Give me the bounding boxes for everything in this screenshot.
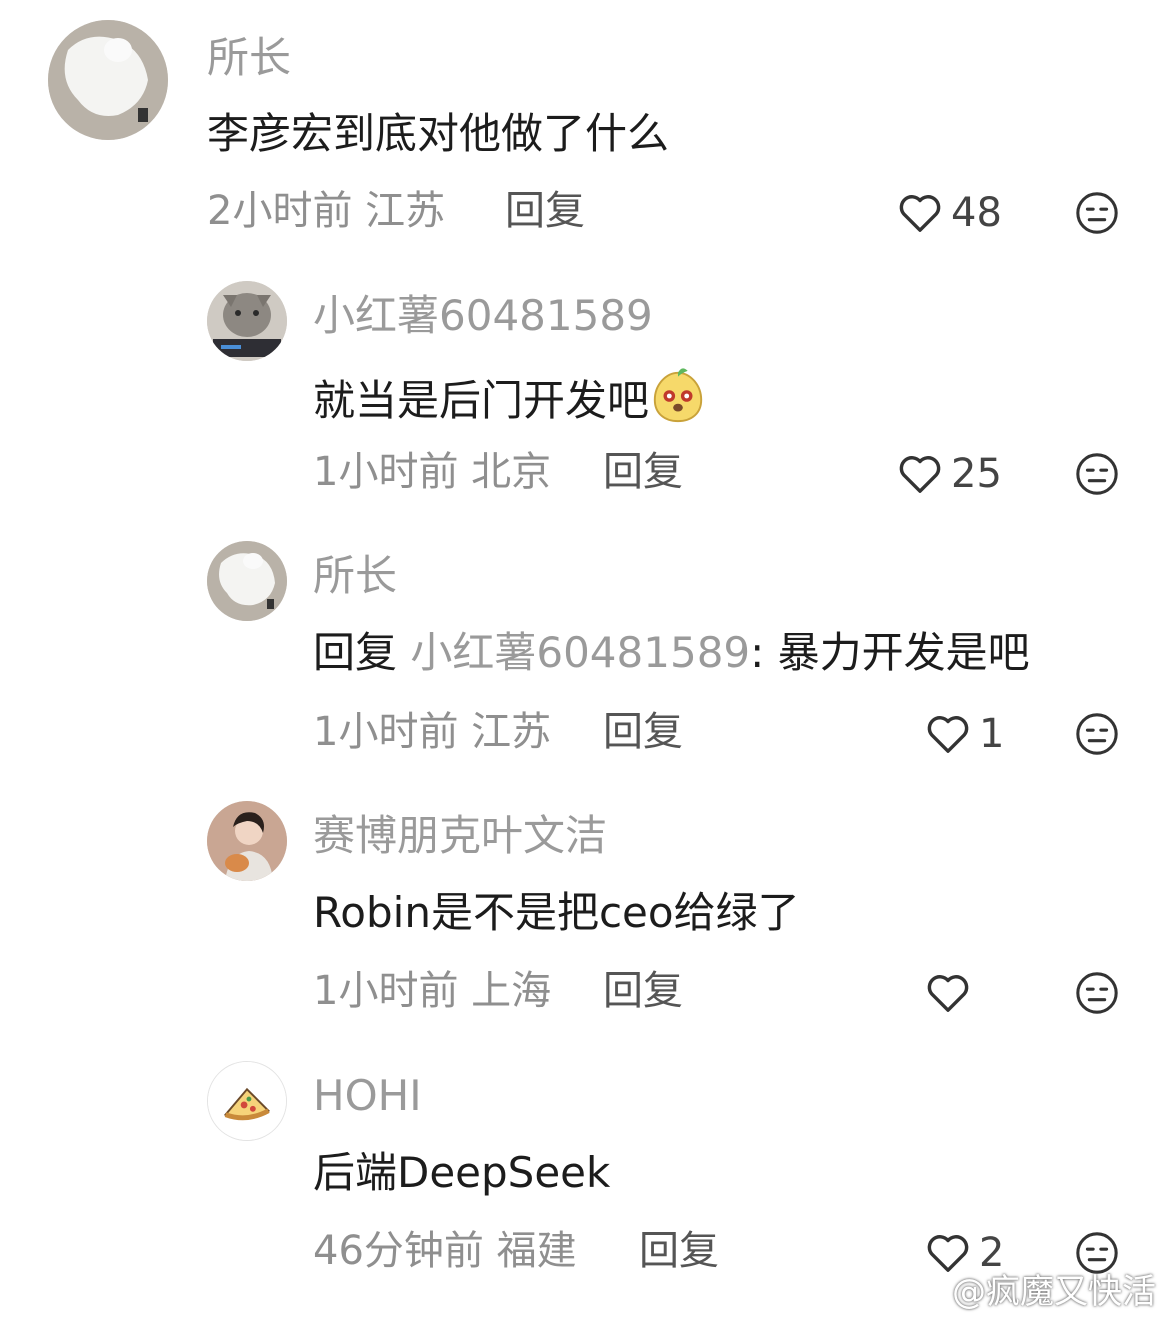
avatar[interactable] [207,801,287,881]
heart-icon [927,975,969,1012]
dislike-face-icon[interactable] [1074,970,1120,1016]
heart-icon [927,716,969,753]
reply-prefix: 回复 [313,628,411,677]
like-button[interactable]: 25 [897,449,1002,499]
username[interactable]: 赛博朋克叶文洁 [313,811,607,861]
dislike-face-icon[interactable] [1074,451,1120,497]
comment-text: 后端DeepSeek [313,1148,611,1197]
comment-text: 回复 小红薯60481589: 暴力开发是吧 [313,627,1030,679]
comment-text: 就当是后门开发吧 [313,367,707,427]
comment-text-body: : 暴力开发是吧 [750,628,1030,677]
heart-icon [899,195,941,232]
like-button[interactable] [925,968,979,1018]
heart-icon [899,456,941,493]
time-location: 2小时前 江苏 [207,188,446,234]
comment-text-body: 就当是后门开发吧 [313,376,650,425]
avatar[interactable] [207,541,287,621]
reply-button[interactable]: 回复 [603,447,683,497]
mentioned-user[interactable]: 小红薯60481589 [410,628,750,677]
time-location: 1小时前 北京 [313,449,552,495]
username[interactable]: 所长 [313,551,397,601]
comment-text: 李彦宏到底对他做了什么 [207,109,670,158]
time-location: 1小时前 上海 [313,968,552,1014]
username[interactable]: HOHI [313,1071,422,1121]
time-location: 1小时前 江苏 [313,709,552,755]
reply-button[interactable]: 回复 [603,966,683,1016]
like-button[interactable]: 1 [925,709,1004,759]
reply-button[interactable]: 回复 [603,707,683,757]
dislike-face-icon[interactable] [1074,711,1120,757]
pizza-icon [208,1062,286,1140]
like-count: 48 [951,190,1002,236]
happy-face-sticker-icon [653,368,703,423]
reply-button[interactable]: 回复 [505,186,585,236]
like-count: 25 [951,451,1002,497]
reply-button[interactable]: 回复 [639,1226,719,1276]
watermark: @疯魔又快活 [952,1272,1156,1312]
dislike-face-icon[interactable] [1074,190,1120,236]
username[interactable]: 所长 [207,33,291,83]
username[interactable]: 小红薯60481589 [313,291,653,341]
comment-text: Robin是不是把ceo给绿了 [313,888,800,937]
avatar[interactable] [207,1061,287,1141]
avatar[interactable] [207,281,287,361]
like-count: 1 [979,711,1005,757]
avatar[interactable] [48,20,168,140]
time-location: 46分钟前 福建 [313,1228,577,1274]
like-button[interactable]: 48 [897,188,1002,238]
